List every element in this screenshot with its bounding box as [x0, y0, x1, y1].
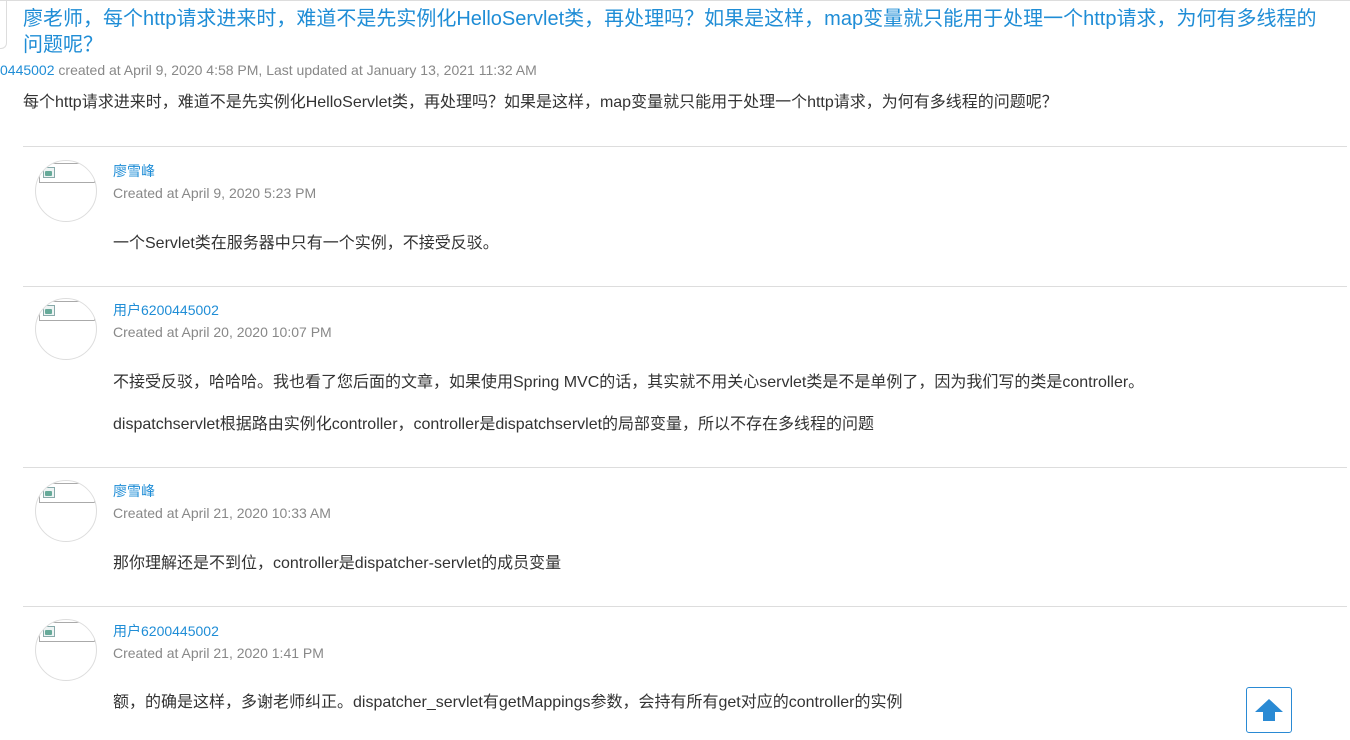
avatar[interactable]	[35, 619, 97, 681]
reply-author-link[interactable]: 廖雪峰	[113, 162, 155, 180]
broken-image-icon	[39, 622, 95, 642]
reply-created: Created at April 20, 2020 10:07 PM	[113, 324, 332, 340]
reply-created: Created at April 21, 2020 10:33 AM	[113, 505, 331, 521]
topic-avatar-edge	[0, 0, 7, 49]
scroll-to-top-button[interactable]	[1246, 687, 1292, 733]
reply-author-link[interactable]: 用户6200445002	[113, 622, 219, 640]
reply-item: 廖雪峰 Created at April 9, 2020 5:23 PM 一个S…	[23, 146, 1347, 287]
broken-image-icon	[39, 483, 95, 503]
reply-text: 不接受反驳，哈哈哈。我也看了您后面的文章，如果使用Spring MVC的话，其实…	[113, 374, 1145, 391]
broken-image-icon	[39, 301, 95, 321]
reply-item: 用户6200445002 Created at April 21, 2020 1…	[23, 606, 1347, 740]
reply-item: 廖雪峰 Created at April 21, 2020 10:33 AM 那…	[23, 467, 1347, 607]
topic-meta-text: created at April 9, 2020 4:58 PM, Last u…	[54, 62, 537, 78]
topic-meta: 0445002 created at April 9, 2020 4:58 PM…	[0, 61, 537, 79]
reply-text: 一个Servlet类在服务器中只有一个实例，不接受反驳。	[113, 235, 499, 252]
top-rule	[0, 0, 1350, 1]
arrow-up-icon	[1255, 699, 1283, 721]
reply-item: 用户6200445002 Created at April 20, 2020 1…	[23, 286, 1347, 468]
topic-author-link[interactable]: 0445002	[0, 62, 55, 78]
reply-text: 额，的确是这样，多谢老师纠正。dispatcher_servlet有getMap…	[113, 694, 903, 711]
reply-text: dispatchservlet根据路由实例化controller，control…	[113, 416, 875, 433]
avatar[interactable]	[35, 298, 97, 360]
topic-title[interactable]: 廖老师，每个http请求进来时，难道不是先实例化HelloServlet类，再处…	[23, 6, 1323, 58]
topic-body: 每个http请求进来时，难道不是先实例化HelloServlet类，再处理吗？如…	[23, 94, 1058, 111]
reply-created: Created at April 9, 2020 5:23 PM	[113, 185, 317, 201]
reply-author-link[interactable]: 廖雪峰	[113, 482, 155, 500]
broken-image-icon	[39, 163, 95, 183]
reply-text: 那你理解还是不到位，controller是dispatcher-servlet的…	[113, 555, 562, 572]
avatar[interactable]	[35, 480, 97, 542]
reply-author-link[interactable]: 用户6200445002	[113, 301, 219, 319]
avatar[interactable]	[35, 160, 97, 222]
reply-created: Created at April 21, 2020 1:41 PM	[113, 645, 324, 661]
